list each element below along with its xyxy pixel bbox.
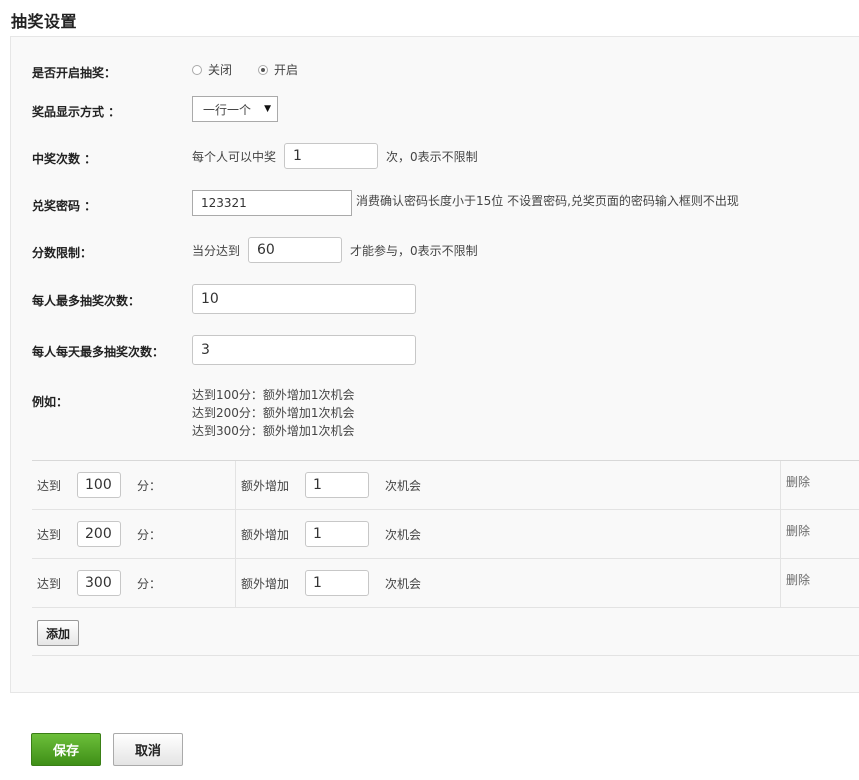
- prize-display-label: 奖品显示方式 ：: [32, 105, 121, 119]
- radio-off-label[interactable]: 关闭: [208, 61, 232, 78]
- prize-display-control: 一行一个 ▼: [192, 96, 278, 122]
- prize-display-value: 一行一个: [203, 102, 252, 117]
- page-title: 抽奖设置: [11, 12, 78, 31]
- extra-label: 额外增加: [241, 527, 290, 542]
- win-count-label: 中奖次数 ：: [32, 152, 97, 166]
- score-input[interactable]: 100: [77, 472, 121, 498]
- save-button[interactable]: 保存: [31, 733, 101, 766]
- lottery-enabled-options: 关闭 开启: [192, 61, 324, 78]
- example-line: 达到300分：额外增加1次机会: [192, 424, 355, 438]
- lottery-enabled-label: 是否开启抽奖：: [32, 66, 117, 80]
- table-row: 达到 200 分： 额外增加 1 次机会 删除: [32, 510, 859, 559]
- win-count-input[interactable]: 1: [284, 143, 379, 169]
- max-draws-input[interactable]: 10: [192, 284, 416, 314]
- extra-chance-input[interactable]: 1: [305, 570, 369, 596]
- score-limit-suffix: 才能参与，0表示不限制: [350, 243, 478, 258]
- reach-label: 达到: [37, 478, 62, 493]
- redeem-password-input[interactable]: 123321: [192, 190, 352, 216]
- max-draws-label: 每人最多抽奖次数：: [32, 294, 141, 308]
- score-limit-label: 分数限制：: [32, 246, 93, 260]
- table-row: 达到 100 分： 额外增加 1 次机会 删除: [32, 461, 859, 510]
- example-label: 例如：: [32, 395, 69, 409]
- max-draws-control: 10: [192, 284, 416, 314]
- score-limit-prefix: 当分达到: [192, 243, 241, 258]
- add-rule-area: 添加: [32, 608, 859, 656]
- dropdown-caret-icon: ▼: [264, 104, 271, 114]
- score-limit-input[interactable]: 60: [248, 237, 343, 263]
- score-input[interactable]: 200: [77, 521, 121, 547]
- example-line: 达到200分：额外增加1次机会: [192, 406, 355, 420]
- max-daily-draws-label: 每人每天最多抽奖次数：: [32, 345, 165, 359]
- bonus-rules-table: 达到 100 分： 额外增加 1 次机会 删除 达到 200 分： 额外增加 1…: [32, 460, 859, 656]
- score-input[interactable]: 300: [77, 570, 121, 596]
- win-count-control: 每个人可以中奖 1 次，0表示不限制: [192, 143, 478, 169]
- redeem-password-label: 兑奖密码 ：: [32, 199, 97, 213]
- extra-label: 额外增加: [241, 576, 290, 591]
- delete-link[interactable]: 删除: [786, 522, 810, 539]
- score-limit-control: 当分达到 60 才能参与，0表示不限制: [192, 237, 478, 263]
- chance-unit: 次机会: [385, 576, 422, 591]
- table-row: 达到 300 分： 额外增加 1 次机会 删除: [32, 559, 859, 608]
- win-count-prefix: 每个人可以中奖: [192, 149, 277, 164]
- prize-display-select[interactable]: 一行一个 ▼: [192, 96, 278, 122]
- chance-unit: 次机会: [385, 478, 422, 493]
- chance-unit: 次机会: [385, 527, 422, 542]
- example-line: 达到100分：额外增加1次机会: [192, 388, 355, 402]
- max-daily-draws-input[interactable]: 3: [192, 335, 416, 365]
- delete-link[interactable]: 删除: [786, 571, 810, 588]
- extra-label: 额外增加: [241, 478, 290, 493]
- add-rule-button[interactable]: 添加: [37, 620, 80, 646]
- radio-on-label[interactable]: 开启: [274, 61, 298, 78]
- radio-on[interactable]: [258, 64, 269, 75]
- win-count-suffix: 次，0表示不限制: [386, 149, 478, 164]
- score-unit: 分：: [137, 527, 162, 542]
- example-lines: 达到100分：额外增加1次机会 达到200分：额外增加1次机会 达到300分：额…: [192, 386, 355, 440]
- extra-chance-input[interactable]: 1: [305, 472, 369, 498]
- delete-link[interactable]: 删除: [786, 473, 810, 490]
- max-daily-draws-control: 3: [192, 335, 416, 365]
- redeem-password-hint: 消费确认密码长度小于15位 不设置密码,兑奖页面的密码输入框则不出现: [356, 193, 739, 208]
- reach-label: 达到: [37, 527, 62, 542]
- redeem-password-control: 123321 消费确认密码长度小于15位 不设置密码,兑奖页面的密码输入框则不出…: [192, 190, 739, 216]
- reach-label: 达到: [37, 576, 62, 591]
- extra-chance-input[interactable]: 1: [305, 521, 369, 547]
- cancel-button[interactable]: 取消: [113, 733, 183, 766]
- radio-off[interactable]: [192, 64, 202, 75]
- score-unit: 分：: [137, 478, 162, 493]
- score-unit: 分：: [137, 576, 162, 591]
